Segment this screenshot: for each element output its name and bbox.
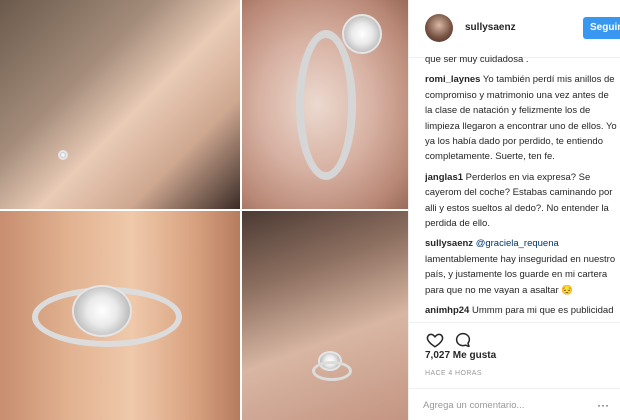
comment-username[interactable]: sullysaenz bbox=[425, 238, 473, 249]
comment-item: sullysaenz @graciela_requena lamentablem… bbox=[425, 236, 617, 298]
ring-closeup-photo bbox=[242, 0, 408, 209]
ring-band bbox=[312, 361, 352, 381]
ring-diamond bbox=[342, 14, 382, 54]
comment-username[interactable]: janglas1 bbox=[425, 172, 463, 183]
comment-item: romi_laynes Yo también perdí mis anillos… bbox=[425, 72, 617, 164]
comment-item: janglas1 Perderlos en via expresa? Se ca… bbox=[425, 170, 617, 232]
comment-item: animhp24 Ummm para mi que es publicidad … bbox=[425, 303, 617, 320]
add-comment-bar: ··· bbox=[409, 388, 620, 420]
comment-mention[interactable]: @graciela_requena bbox=[476, 238, 559, 249]
hand-kiss-photo bbox=[242, 211, 408, 420]
comment-input[interactable] bbox=[423, 397, 583, 413]
ring-diamond bbox=[72, 285, 132, 337]
post-timestamp: HACE 4 HORAS bbox=[425, 370, 482, 377]
heart-icon[interactable] bbox=[426, 331, 444, 349]
more-icon[interactable]: ··· bbox=[597, 399, 609, 411]
avatar[interactable] bbox=[425, 14, 453, 42]
couple-kiss-photo bbox=[0, 0, 240, 209]
comment-username[interactable]: animhp24 bbox=[425, 305, 469, 316]
follow-button[interactable]: Seguir bbox=[583, 17, 620, 39]
photo-collage[interactable] bbox=[0, 0, 408, 420]
action-bar bbox=[409, 322, 620, 350]
comment-text: lamentablemente hay inseguridad en nuest… bbox=[425, 253, 616, 296]
comment-item: que ser muy cuidadosa . bbox=[425, 52, 617, 67]
comment-text: Yo también perdí mis anillos de compromi… bbox=[425, 74, 617, 163]
comment-username[interactable]: romi_laynes bbox=[425, 74, 480, 85]
post-sidebar: sullysaenz Seguir que ser muy cuidadosa … bbox=[408, 0, 620, 420]
comment-list[interactable]: que ser muy cuidadosa . romi_laynes Yo t… bbox=[425, 52, 617, 320]
ring-diamond bbox=[58, 150, 68, 160]
username[interactable]: sullysaenz bbox=[465, 22, 516, 33]
ring-band bbox=[296, 30, 356, 180]
like-count[interactable]: 7,027 Me gusta bbox=[425, 350, 496, 361]
ring-on-finger-photo bbox=[0, 211, 240, 420]
speech-bubble-icon[interactable] bbox=[454, 331, 472, 349]
post-header: sullysaenz Seguir bbox=[409, 0, 620, 58]
comment-text: que ser muy cuidadosa . bbox=[425, 54, 529, 65]
